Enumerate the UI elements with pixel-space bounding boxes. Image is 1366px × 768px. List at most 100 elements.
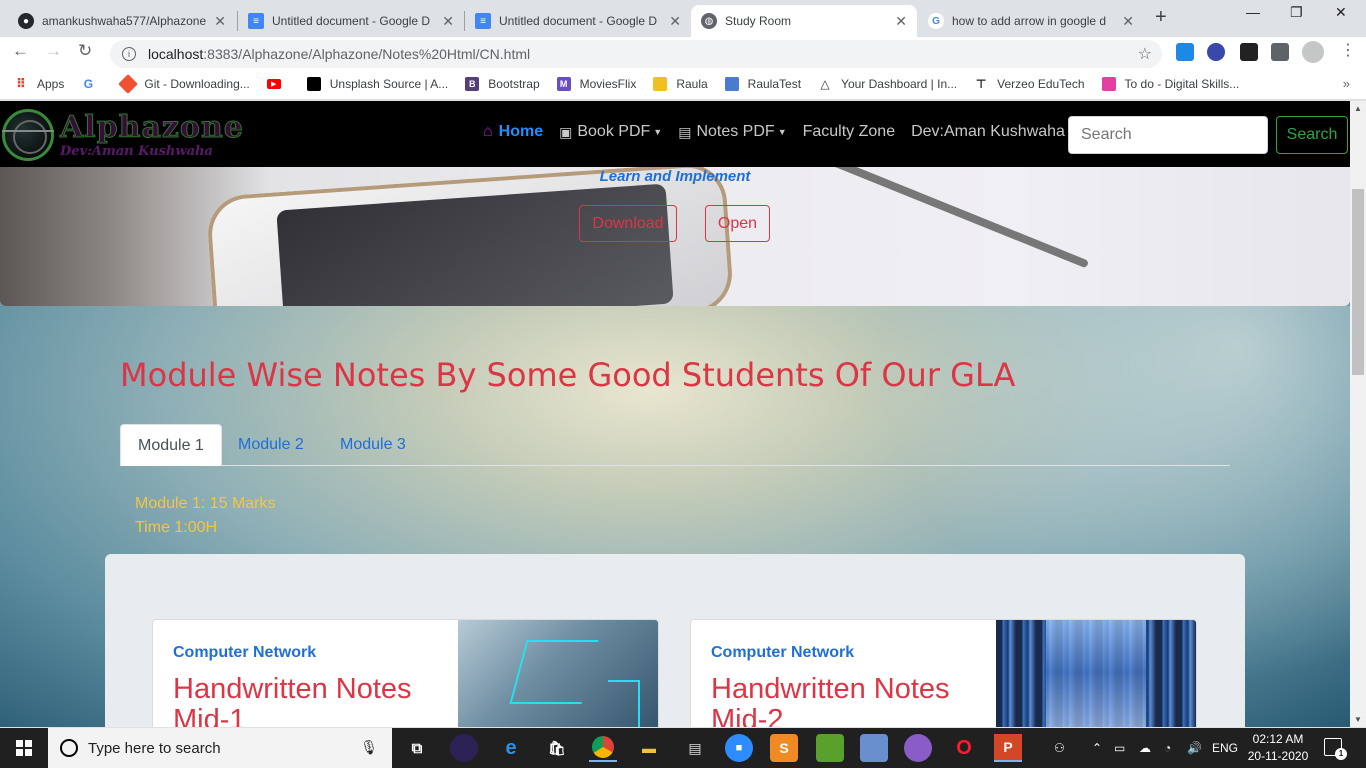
browser-tab-github[interactable]: ● amankushwaha577/Alphazone ✕ [8, 5, 236, 37]
nav-home[interactable]: ⌂ Home [483, 123, 543, 141]
nav-book-pdf[interactable]: ▣ Book PDF ▼ [559, 123, 662, 141]
google-icon: G [83, 77, 94, 91]
bookmark-dashboard[interactable]: △ Your Dashboard | In... [818, 77, 957, 91]
browser-tab-study-room[interactable]: ◍ Study Room ✕ [691, 5, 917, 37]
site-search-input[interactable] [1068, 116, 1268, 154]
profile-avatar-icon[interactable] [1302, 41, 1324, 63]
powerpoint-icon[interactable]: P [994, 734, 1022, 762]
scroll-down-icon[interactable]: ▼ [1354, 715, 1362, 724]
bookmark-google[interactable]: G [81, 77, 104, 91]
browser-tab-doc-2[interactable]: ≡ Untitled document - Google D ✕ [465, 5, 691, 37]
bookmark-raula[interactable]: Raula [653, 77, 708, 91]
opera-icon[interactable]: O [950, 734, 978, 762]
close-window-icon[interactable]: ✕ [1335, 4, 1347, 21]
tab-module-2[interactable]: Module 2 [221, 424, 321, 466]
extension-icon[interactable] [1207, 43, 1225, 61]
bookmark-unsplash[interactable]: Unsplash Source | A... [306, 77, 448, 91]
moviesflix-icon: M [556, 77, 571, 91]
card-category: Computer Network [711, 644, 855, 661]
nav-faculty-zone[interactable]: Faculty Zone [803, 123, 895, 141]
store-icon[interactable]: 🛍 [543, 734, 571, 762]
address-bar[interactable]: i localhost:8383/Alphazone/Alphazone/Not… [110, 40, 1162, 68]
more-bookmarks-icon[interactable]: » [1343, 76, 1350, 91]
taskbar-clock[interactable]: 02:12 AM 20-11-2020 [1246, 731, 1310, 765]
sublime-icon[interactable]: S [770, 734, 798, 762]
taskbar-search-box[interactable]: Type here to search 🎙 [48, 728, 392, 768]
open-button[interactable]: Open [705, 205, 770, 242]
browser-tab-google-search[interactable]: G how to add arrow in google d ✕ [918, 5, 1144, 37]
info-icon[interactable]: i [122, 47, 136, 61]
browser-tab-doc-1[interactable]: ≡ Untitled document - Google D ✕ [238, 5, 464, 37]
forward-icon[interactable]: → [45, 41, 62, 61]
shield-extension-icon[interactable] [1176, 43, 1194, 61]
volume-icon[interactable]: 🔊 [1187, 728, 1202, 768]
card-title[interactable]: Handwritten Notes Mid-1 [173, 674, 453, 728]
people-icon[interactable]: ⚇ [1054, 728, 1065, 768]
pdf-app-icon[interactable]: ▤ [681, 734, 709, 762]
download-button[interactable]: Download [579, 205, 677, 242]
globe-icon: ◍ [701, 13, 717, 29]
notes-card-mid-2[interactable]: Computer Network Handwritten Notes Mid-2 [690, 619, 1197, 727]
notifications-icon[interactable]: 1 [1324, 738, 1347, 760]
nav-dev[interactable]: Dev:Aman Kushwaha [911, 123, 1065, 141]
file-explorer-icon[interactable]: ▬ [635, 734, 663, 762]
tab-module-1[interactable]: Module 1 [120, 424, 222, 466]
tab-title: amankushwaha577/Alphazone [42, 14, 207, 28]
notes-card-mid-1[interactable]: Computer Network Handwritten Notes Mid-1 [152, 619, 659, 727]
windows-start-icon[interactable] [16, 740, 32, 756]
bookmark-apps[interactable]: ⠿ Apps [14, 76, 64, 91]
edge-icon[interactable]: e [497, 734, 525, 762]
site-menu: ⌂ Home ▣ Book PDF ▼ ▤ Notes PDF ▼ Faculty Zon… [483, 123, 1081, 141]
close-tab-icon[interactable]: ✕ [669, 13, 681, 30]
browser-toolbar: ← → ↻ i localhost:8383/Alphazone/Alphazo… [0, 37, 1366, 69]
chrome-icon[interactable] [589, 734, 617, 762]
bookmark-youtube[interactable]: ▶ [266, 79, 290, 89]
bookmark-bootstrap[interactable]: B Bootstrap [465, 77, 540, 91]
zoom-icon[interactable]: ■ [725, 734, 753, 762]
windows-taskbar: Type here to search 🎙 ⧉ e 🛍 ▬ ▤ ■ S O P … [0, 728, 1366, 768]
wifi-icon[interactable]: ◔ [1164, 728, 1171, 768]
card-title[interactable]: Handwritten Notes Mid-2 [711, 674, 991, 728]
reload-icon[interactable]: ↻ [78, 41, 92, 61]
onedrive-icon[interactable]: ☁ [1139, 728, 1151, 768]
new-tab-icon[interactable]: + [1155, 6, 1167, 29]
language-indicator[interactable]: ENG [1212, 728, 1238, 768]
close-tab-icon[interactable]: ✕ [214, 13, 226, 30]
microphone-icon[interactable]: 🎙 [360, 739, 378, 756]
tab-module-3[interactable]: Module 3 [323, 424, 423, 466]
git-icon [118, 74, 139, 94]
nav-notes-pdf[interactable]: ▤ Notes PDF ▼ [678, 123, 786, 141]
task-view-icon[interactable]: ⧉ [403, 734, 431, 762]
minimize-icon[interactable]: — [1246, 4, 1260, 20]
raulatest-icon [724, 77, 739, 91]
network-app-icon[interactable] [860, 734, 888, 762]
clock-time: 02:12 AM [1252, 732, 1304, 746]
url-text[interactable]: localhost:8383/Alphazone/Alphazone/Notes… [148, 46, 530, 62]
bookmark-verzeo[interactable]: ⊤ Verzeo EduTech [974, 77, 1085, 91]
menu-kebab-icon[interactable]: ⋮ [1340, 40, 1358, 59]
page-scrollbar[interactable]: ▲ ▼ [1350, 101, 1366, 727]
back-icon[interactable]: ← [12, 41, 29, 61]
scrollbar-thumb[interactable] [1352, 189, 1364, 375]
close-tab-icon[interactable]: ✕ [442, 13, 454, 30]
cube-extension-icon[interactable] [1240, 43, 1258, 61]
bookmark-star-icon[interactable]: ☆ [1138, 44, 1152, 64]
bookmark-git[interactable]: Git - Downloading... [118, 74, 250, 94]
close-tab-icon[interactable]: ✕ [1122, 13, 1134, 30]
maximize-icon[interactable]: ❐ [1290, 4, 1303, 21]
bookmark-moviesflix[interactable]: M MoviesFlix [556, 77, 636, 91]
close-tab-icon[interactable]: ✕ [895, 13, 907, 30]
battery-icon[interactable]: ▭ [1114, 728, 1125, 768]
cat-app-icon[interactable] [904, 734, 932, 762]
eclipse-icon[interactable] [450, 734, 478, 762]
section-title: Module Wise Notes By Some Good Students … [120, 356, 1016, 394]
bookmark-raulatest[interactable]: RaulaTest [724, 77, 801, 91]
tray-overflow-icon[interactable]: ⌃ [1092, 728, 1102, 768]
puzzle-extensions-icon[interactable] [1271, 43, 1289, 61]
scroll-up-icon[interactable]: ▲ [1354, 104, 1362, 113]
site-logo[interactable]: Alphazone Dev:Aman Kushwaha [2, 109, 244, 161]
bookmark-todo[interactable]: To do - Digital Skills... [1101, 77, 1239, 91]
site-search-button[interactable]: Search [1276, 116, 1348, 154]
virtualbox-icon[interactable] [816, 734, 844, 762]
cortana-icon [60, 739, 78, 757]
